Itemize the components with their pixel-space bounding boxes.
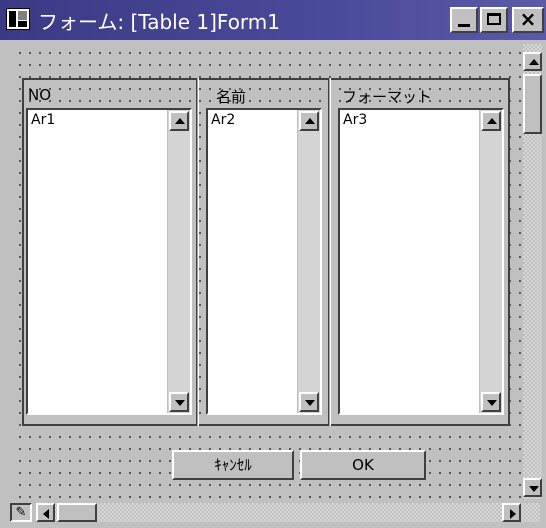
list-item[interactable]: Ar3 [343, 112, 367, 128]
list-box-name[interactable]: Ar2 [206, 108, 322, 415]
window-horizontal-scrollbar[interactable] [36, 503, 540, 522]
window-title: フォーム: [Table 1]Form1 [38, 10, 281, 34]
maximize-button[interactable] [480, 7, 508, 33]
minimize-icon [458, 24, 470, 27]
scroll-up-icon [529, 59, 539, 65]
list-scroll-up-button[interactable] [481, 111, 501, 131]
minimize-button[interactable] [450, 7, 478, 33]
list-scrollbar[interactable] [479, 110, 502, 413]
list-scroll-down-button[interactable] [169, 392, 189, 412]
scroll-right-button[interactable] [502, 503, 521, 522]
list-scrollbar[interactable] [167, 110, 190, 413]
maximize-icon [487, 13, 501, 25]
scroll-up-icon [175, 118, 185, 124]
list-item[interactable]: Ar2 [211, 112, 235, 128]
list-scrollbar[interactable] [297, 110, 320, 413]
scroll-up-button[interactable] [523, 52, 542, 71]
pencil-icon[interactable]: ✎ [10, 503, 32, 522]
list-scroll-down-button[interactable] [481, 392, 501, 412]
scroll-left-icon [43, 509, 49, 519]
scroll-down-button[interactable] [523, 478, 542, 497]
list-box-no[interactable]: Ar1 [26, 108, 192, 415]
scroll-up-icon [487, 118, 497, 124]
column-divider [328, 78, 331, 426]
vertical-scroll-thumb[interactable] [523, 74, 542, 134]
scroll-down-icon [529, 486, 539, 492]
list-item[interactable]: Ar1 [31, 112, 55, 128]
column-label-name: 名前 [216, 88, 247, 106]
column-divider [196, 78, 199, 426]
list-box-format[interactable]: Ar3 [338, 108, 504, 415]
close-icon: × [519, 7, 537, 31]
form-window: フォーム: [Table 1]Form1 × NO 名前 フォーマット Ar1 … [0, 0, 546, 528]
horizontal-scroll-thumb[interactable] [57, 503, 97, 522]
scroll-down-icon [305, 400, 315, 406]
scroll-down-icon [487, 400, 497, 406]
scroll-right-icon [510, 509, 516, 519]
scroll-down-icon [175, 400, 185, 406]
column-label-format: フォーマット [342, 88, 433, 106]
list-scroll-up-button[interactable] [299, 111, 319, 131]
form-icon[interactable] [6, 8, 30, 30]
ok-button[interactable]: OK [300, 450, 426, 480]
title-bar[interactable]: フォーム: [Table 1]Form1 × [0, 0, 546, 40]
window-vertical-scrollbar[interactable] [523, 44, 542, 499]
column-label-no: NO [28, 86, 52, 104]
list-scroll-up-button[interactable] [169, 111, 189, 131]
close-button[interactable]: × [512, 7, 544, 33]
cancel-button[interactable]: ｷｬﾝｾﾙ [172, 450, 294, 480]
list-scroll-down-button[interactable] [299, 392, 319, 412]
scroll-up-icon [305, 118, 315, 124]
scroll-left-button[interactable] [36, 503, 55, 522]
